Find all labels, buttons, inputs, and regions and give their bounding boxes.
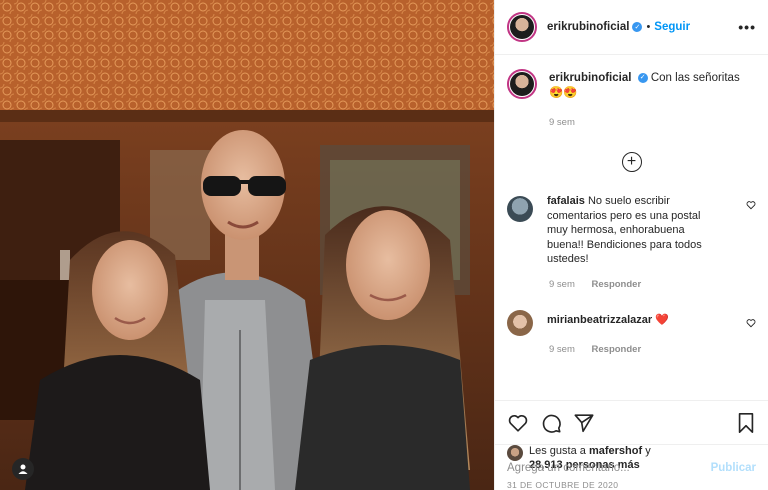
header-separator: • [646, 21, 651, 33]
caption-avatar[interactable] [507, 69, 537, 99]
instagram-post: erikrubinoficial ✓ • Seguir ••• erikrubi… [0, 0, 768, 490]
comment-text: ❤️ [655, 313, 669, 326]
verified-badge-icon: ✓ [637, 72, 648, 83]
add-comment-bar: Publicar [495, 444, 768, 490]
comment-meta: 9 sem Responder [549, 344, 756, 355]
publish-button[interactable]: Publicar [711, 462, 756, 474]
paper-plane-icon[interactable] [573, 412, 595, 434]
caption-time[interactable]: 9 sem [549, 117, 575, 128]
comment-input[interactable] [507, 461, 711, 474]
comment-meta: 9 sem Responder [549, 279, 756, 290]
more-options-icon[interactable]: ••• [738, 19, 756, 35]
bookmark-icon[interactable] [736, 412, 756, 434]
follow-button[interactable]: Seguir [654, 21, 690, 33]
comment-username[interactable]: fafalais [547, 195, 585, 207]
comment-username[interactable]: mirianbeatrizzalazar [547, 314, 652, 326]
comment-item: mirianbeatrizzalazar ❤️ [507, 308, 756, 336]
comment-bubble-icon[interactable] [540, 412, 562, 434]
family-photo-image [0, 0, 494, 490]
reply-button[interactable]: Responder [592, 279, 642, 290]
caption: erikrubinoficial ✓ Con las señoritas 😍😍 [507, 69, 756, 101]
post-actions [495, 400, 768, 444]
comment-time[interactable]: 9 sem [549, 344, 575, 355]
post-side-panel: erikrubinoficial ✓ • Seguir ••• erikrubi… [494, 0, 768, 490]
author-username[interactable]: erikrubinoficial [547, 21, 629, 33]
load-more-comments[interactable]: + [507, 152, 756, 172]
reply-button[interactable]: Responder [592, 344, 642, 355]
plus-circle-icon[interactable]: + [621, 152, 642, 172]
comment-item: fafalais No suelo escribir comentarios p… [507, 194, 756, 267]
comment-avatar[interactable] [507, 196, 533, 222]
comment-time[interactable]: 9 sem [549, 279, 575, 290]
comment-avatar[interactable] [507, 309, 533, 336]
heart-icon[interactable] [746, 318, 756, 331]
author-avatar[interactable] [507, 12, 537, 42]
comments-section[interactable]: erikrubinoficial ✓ Con las señoritas 😍😍 … [495, 55, 768, 400]
heart-icon[interactable] [507, 412, 529, 434]
caption-meta: 9 sem [549, 117, 756, 128]
post-header: erikrubinoficial ✓ • Seguir ••• [495, 0, 768, 55]
heart-icon[interactable] [746, 200, 756, 213]
verified-badge-icon: ✓ [632, 22, 643, 32]
post-photo[interactable] [0, 0, 494, 490]
user-tag-icon[interactable] [12, 458, 34, 480]
caption-username[interactable]: erikrubinoficial [549, 72, 631, 84]
